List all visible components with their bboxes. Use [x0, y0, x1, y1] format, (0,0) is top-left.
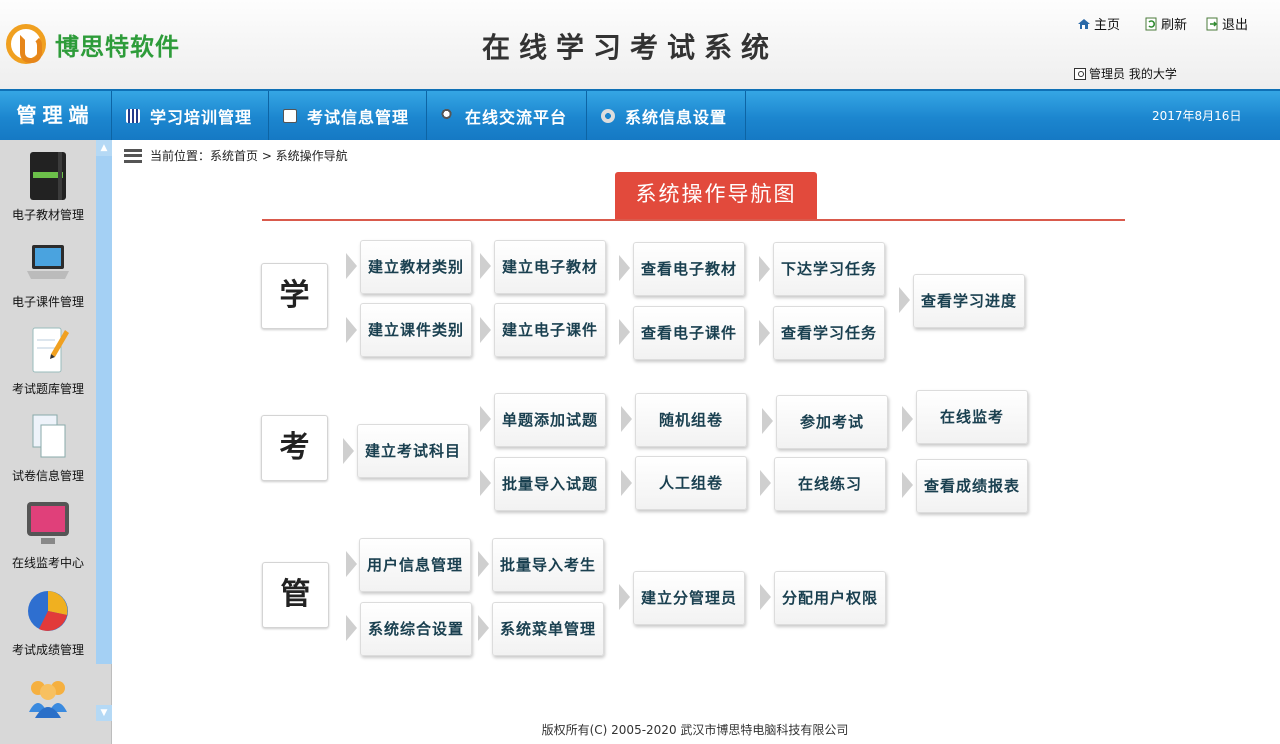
system-settings-button[interactable]: 系统综合设置: [360, 602, 472, 656]
map-title: 系统操作导航图: [615, 172, 817, 219]
nav-item-exam[interactable]: 考试信息管理: [269, 91, 427, 140]
home-icon: [1077, 17, 1091, 31]
user-info-management-button[interactable]: 用户信息管理: [359, 538, 471, 592]
create-sub-admin-button[interactable]: 建立分管理员: [633, 571, 745, 625]
create-exam-subject-button[interactable]: 建立考试科目: [357, 424, 469, 478]
create-ebook-button[interactable]: 建立电子教材: [494, 240, 606, 294]
current-date: 2017年8月16日: [1152, 109, 1242, 123]
create-ecourseware-button[interactable]: 建立电子课件: [494, 303, 606, 357]
arrow-icon: [760, 470, 771, 496]
title-divider: [262, 219, 1125, 221]
batch-import-examinees-button[interactable]: 批量导入考生: [492, 538, 604, 592]
category-exam: 考: [261, 415, 328, 481]
arrow-icon: [621, 406, 632, 432]
notebook-icon: [25, 150, 71, 202]
arrow-icon: [899, 287, 910, 313]
users-icon: [441, 108, 455, 123]
sidebar-item-papers[interactable]: 试卷信息管理: [0, 411, 96, 484]
system-menu-management-button[interactable]: 系统菜单管理: [492, 602, 604, 656]
sidebar-scrollbar[interactable]: [96, 140, 112, 664]
sidebar-item-ebooks[interactable]: 电子教材管理: [0, 150, 96, 223]
nav-item-settings[interactable]: 系统信息设置: [587, 91, 746, 140]
scroll-down-button[interactable]: ▼: [96, 705, 112, 721]
arrow-icon: [343, 438, 354, 464]
random-paper-button[interactable]: 随机组卷: [635, 393, 747, 447]
create-material-category-button[interactable]: 建立教材类别: [360, 240, 472, 294]
sidebar-item-scores[interactable]: 考试成绩管理: [0, 585, 96, 658]
view-study-task-button[interactable]: 查看学习任务: [773, 306, 885, 360]
online-practice-button[interactable]: 在线练习: [774, 457, 886, 511]
arrow-icon: [759, 256, 770, 282]
arrow-icon: [478, 615, 489, 641]
view-study-progress-button[interactable]: 查看学习进度: [913, 274, 1025, 328]
nav-item-forum[interactable]: 在线交流平台: [427, 91, 587, 140]
arrow-icon: [619, 255, 630, 281]
home-link[interactable]: 主页: [1077, 14, 1120, 33]
arrow-icon: [480, 406, 491, 432]
pencil-note-icon: [25, 324, 71, 376]
pie-chart-icon: [25, 585, 71, 637]
arrow-icon: [760, 584, 771, 610]
arrow-icon: [619, 319, 630, 345]
books-icon: [126, 108, 140, 123]
view-ecourseware-button[interactable]: 查看电子课件: [633, 306, 745, 360]
arrow-icon: [346, 317, 357, 343]
monitor-icon: [25, 498, 71, 550]
scroll-up-button[interactable]: ▲: [96, 140, 112, 156]
sidebar-item-question-bank[interactable]: 考试题库管理: [0, 324, 96, 397]
arrow-icon: [346, 253, 357, 279]
main-nav: 管理端 学习培训管理 考试信息管理 在线交流平台 系统信息设置 2017年8月1…: [0, 89, 1280, 140]
users-icon: [25, 672, 71, 724]
user-icon: [1074, 67, 1086, 80]
arrow-icon: [346, 615, 357, 641]
category-learn: 学: [261, 263, 328, 329]
arrow-icon: [619, 584, 630, 610]
online-proctoring-button[interactable]: 在线监考: [916, 390, 1028, 444]
arrow-icon: [762, 408, 773, 434]
sidebar-item-courseware[interactable]: 电子课件管理: [0, 237, 96, 310]
view-ebook-button[interactable]: 查看电子教材: [633, 242, 745, 296]
arrow-icon: [478, 551, 489, 577]
assign-study-task-button[interactable]: 下达学习任务: [773, 242, 885, 296]
sidebar-item-monitoring[interactable]: 在线监考中心: [0, 498, 96, 571]
laptop-icon: [25, 237, 71, 289]
batch-import-questions-button[interactable]: 批量导入试题: [494, 457, 606, 511]
document-icon: [283, 108, 297, 123]
arrow-icon: [480, 253, 491, 279]
create-courseware-category-button[interactable]: 建立课件类别: [360, 303, 472, 357]
add-single-question-button[interactable]: 单题添加试题: [494, 393, 606, 447]
logout-link[interactable]: 退出: [1205, 14, 1248, 33]
sidebar: ▲ ▼ 电子教材管理 电子课件管理 考试题库管理 试卷信息管理 在线监考中心 考…: [0, 140, 112, 744]
current-user: 管理员 我的大学: [1074, 65, 1177, 82]
arrow-icon: [902, 472, 913, 498]
breadcrumb: 当前位置：系统首页 > 系统操作导航: [124, 147, 348, 164]
nav-item-learning[interactable]: 学习培训管理: [112, 91, 269, 140]
header: 博思特软件 在线学习考试系统 主页 刷新 退出 管理员 我的大学: [0, 0, 1280, 89]
arrow-icon: [480, 470, 491, 496]
arrow-icon: [759, 320, 770, 346]
assign-permissions-button[interactable]: 分配用户权限: [774, 571, 886, 625]
arrow-icon: [621, 470, 632, 496]
system-title: 在线学习考试系统: [481, 31, 778, 64]
menu-icon: [124, 148, 142, 163]
arrow-icon: [480, 317, 491, 343]
logout-icon: [1205, 17, 1219, 31]
take-exam-button[interactable]: 参加考试: [776, 395, 888, 449]
refresh-link[interactable]: 刷新: [1144, 14, 1187, 33]
footer-copyright: 版权所有(C) 2005-2020 武汉市博思特电脑科技有限公司: [541, 723, 849, 737]
gear-icon: [601, 108, 615, 123]
nav-brand: 管理端: [0, 91, 112, 140]
view-score-report-button[interactable]: 查看成绩报表: [916, 459, 1028, 513]
refresh-icon: [1144, 17, 1158, 31]
sidebar-item-users[interactable]: [0, 672, 96, 724]
arrow-icon: [902, 406, 913, 432]
documents-icon: [25, 411, 71, 463]
arrow-icon: [346, 551, 357, 577]
category-manage: 管: [262, 562, 329, 628]
manual-paper-button[interactable]: 人工组卷: [635, 456, 747, 510]
